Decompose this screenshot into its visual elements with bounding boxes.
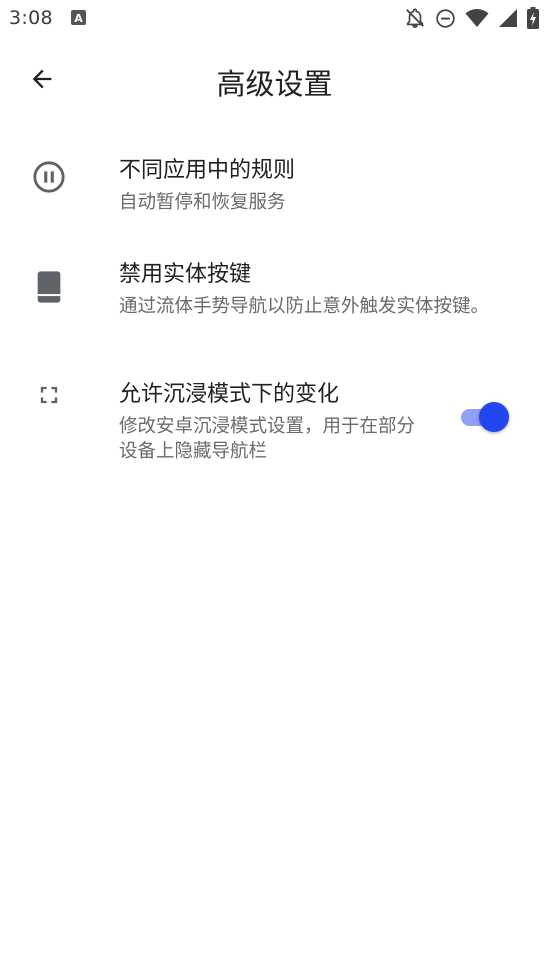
setting-summary: 自动暂停和恢复服务 (119, 192, 286, 213)
setting-summary: 修改安卓沉浸模式设置，用于在部分设备上隐藏导航栏 (119, 416, 416, 462)
setting-title: 禁用实体按键 (119, 262, 252, 287)
notifications-off-icon (404, 7, 426, 29)
setting-title: 不同应用中的规则 (119, 158, 296, 183)
a-letter-icon: A (71, 10, 86, 25)
setting-immersive-mode[interactable]: 允许沉浸模式下的变化 修改安卓沉浸模式设置，用于在部分设备上隐藏导航栏 (0, 370, 549, 480)
status-bar: 3:08 A (0, 0, 549, 38)
setting-text: 禁用实体按键 通过流体手势导航以防止意外触发实体按键。 (119, 260, 509, 319)
battery-charging-icon (527, 7, 539, 29)
setting-summary: 通过流体手势导航以防止意外触发实体按键。 (119, 296, 490, 317)
setting-title: 允许沉浸模式下的变化 (119, 382, 340, 407)
setting-disable-physical-keys[interactable]: 禁用实体按键 通过流体手势导航以防止意外触发实体按键。 (0, 248, 549, 370)
signal-icon (498, 8, 518, 28)
status-icons (404, 7, 539, 29)
setting-rules-per-app[interactable]: 不同应用中的规则 自动暂停和恢复服务 (0, 146, 549, 248)
wifi-icon (465, 8, 489, 28)
app-bar: 高级设置 (0, 42, 549, 118)
immersive-mode-toggle[interactable] (457, 402, 509, 432)
page-title: 高级设置 (216, 67, 333, 101)
svg-text:A: A (74, 12, 83, 25)
setting-text: 不同应用中的规则 自动暂停和恢复服务 (119, 156, 509, 215)
pause-circle-icon (30, 158, 68, 196)
tablet-icon (30, 268, 68, 306)
settings-list: 不同应用中的规则 自动暂停和恢复服务 禁用实体按键 通过流体手势导航以防止意外触… (0, 146, 549, 480)
do-not-disturb-icon (435, 8, 456, 29)
toggle-thumb (479, 402, 509, 432)
setting-text: 允许沉浸模式下的变化 修改安卓沉浸模式设置，用于在部分设备上隐藏导航栏 (119, 380, 424, 464)
status-time: 3:08 (9, 7, 53, 29)
fullscreen-icon (30, 376, 68, 414)
